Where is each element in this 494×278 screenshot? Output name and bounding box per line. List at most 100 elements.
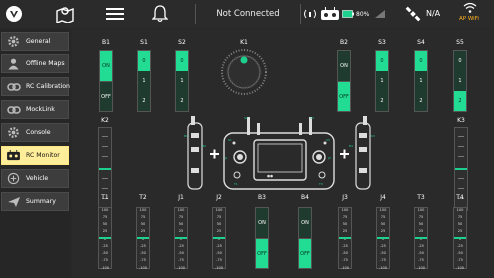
channel-label-s5: S5: [456, 39, 464, 46]
slider-tick-label: -50: [102, 251, 108, 255]
signal-icon[interactable]: [303, 0, 317, 28]
satellite-icon[interactable]: [404, 0, 422, 28]
slider-tick-label: 75: [140, 214, 146, 219]
slider-tick-label: -25: [380, 243, 386, 248]
slider-indicator: [175, 237, 187, 239]
slider-tick-label: 75: [418, 214, 424, 219]
slider-tick-label: -50: [380, 251, 386, 255]
switch-state-2: 2: [454, 91, 466, 111]
slider-tick-label: 25: [457, 229, 463, 234]
switch-state-1: 1: [176, 71, 188, 91]
sidebar-item-mocklink[interactable]: MockLink: [1, 100, 69, 119]
slider-tick-label: 50: [102, 222, 108, 226]
channel-label-s1: S1: [140, 39, 148, 46]
channel-label-s4: S4: [417, 39, 425, 46]
sidebar-item-offline-maps[interactable]: Offline Maps: [1, 54, 69, 73]
switch-state-0: 0: [176, 51, 188, 71]
channel-label-b2: B2: [340, 39, 348, 46]
slider-tick-label: 75: [380, 214, 386, 219]
tick-mark: [102, 136, 108, 137]
knob-k1: [220, 48, 268, 96]
switch-state-on: ON: [100, 51, 112, 81]
slider-tick-label: -50: [418, 251, 424, 255]
switch-s2: 0 1 2: [175, 50, 189, 112]
slider-tick-label: 25: [380, 229, 386, 234]
switch-state-off: OFF: [338, 82, 350, 111]
bell-icon[interactable]: [150, 0, 170, 28]
channel-label-k2: K2: [101, 117, 109, 124]
channel-label-j3: J3: [342, 194, 348, 201]
slider-tick-label: 100: [417, 207, 425, 212]
tick-mark: [458, 188, 464, 189]
sidebar-item-console[interactable]: Console: [1, 123, 69, 142]
slider-tick-label: -75: [342, 258, 348, 263]
svg-text:S2: S2: [244, 116, 248, 120]
slider-tick-label: 100: [177, 207, 185, 212]
slider-tick-label: -100: [176, 265, 186, 270]
tick-mark: [458, 178, 464, 179]
rc-controller-diagram: B1 B2 ●● S1 S3 S2 S4 J1 J3 T1 T3 K3 B4: [182, 113, 382, 199]
switch-state-off: OFF: [256, 239, 268, 268]
wifi-icon[interactable]: [462, 0, 478, 16]
sidebar-item-rc-calibration[interactable]: RC Calibration: [1, 77, 70, 96]
sidebar-item-label: General: [26, 38, 51, 45]
tick-mark: [102, 178, 108, 179]
plan-view-icon[interactable]: [54, 0, 76, 28]
gps-status: N/A: [426, 9, 441, 18]
switch-state-on: ON: [256, 208, 268, 237]
slider-t4: 1007550250-25-50-75-100: [453, 207, 467, 270]
slider-tick-label: -25: [216, 243, 222, 248]
qgc-logo-icon[interactable]: [4, 0, 24, 28]
sidebar-item-label: Vehicle: [26, 175, 49, 182]
wifi-label: AP WiFi: [459, 16, 479, 22]
sidebar-item-vehicle[interactable]: Vehicle: [1, 169, 69, 188]
switch-state-2: 2: [376, 91, 388, 111]
slider-tick-label: -75: [418, 258, 424, 263]
slider-tick-label: 50: [380, 222, 386, 226]
switch-state-0: 0: [415, 51, 427, 71]
divider: [299, 238, 311, 239]
sidebar-item-rc-monitor[interactable]: RC Monitor: [1, 146, 69, 165]
channel-label-k3: K3: [457, 117, 465, 124]
slider-tick-label: -25: [342, 243, 348, 248]
divider: [256, 238, 268, 239]
slider-indicator: [415, 237, 427, 239]
slider-tick-label: -75: [216, 258, 222, 263]
slider-tick-label: -50: [140, 251, 146, 255]
slider-tick-label: 25: [102, 229, 108, 234]
slider-t1: 1007550250-25-50-75-100: [98, 207, 112, 270]
slider-indicator: [377, 237, 389, 239]
channel-label-b1: B1: [102, 39, 110, 46]
slider-tick-label: 100: [379, 207, 387, 212]
channel-label-t2: T2: [139, 194, 147, 201]
slider-t3: 1007550250-25-50-75-100: [414, 207, 428, 270]
tick-mark: [102, 188, 108, 189]
switch-state-0: 0: [454, 51, 466, 71]
gear-icon: [5, 34, 22, 49]
slider-tick-label: 100: [215, 207, 223, 212]
sidebar-item-summary[interactable]: Summary: [1, 192, 69, 211]
channel-label-t1: T1: [101, 194, 109, 201]
vehicle-icon: [5, 171, 22, 186]
signal-bars-icon: [373, 0, 387, 28]
slider-tick-label: -100: [455, 265, 465, 270]
slider-j2: 1007550250-25-50-75-100: [212, 207, 226, 270]
slider-tick-label: -100: [214, 265, 224, 270]
slider-tick-label: -75: [140, 258, 146, 263]
sidebar-item-general[interactable]: General: [1, 32, 69, 51]
slider-tick-label: -75: [178, 258, 184, 263]
rc-controller-icon[interactable]: [320, 0, 340, 28]
plane-icon: [5, 194, 22, 209]
sidebar-item-label: RC Calibration: [26, 83, 70, 90]
slider-tick-label: 100: [341, 207, 349, 212]
switch-state-off: OFF: [100, 82, 112, 111]
gear-icon: [5, 125, 22, 140]
slider-tick-label: -25: [140, 243, 146, 248]
svg-text:S3: S3: [326, 138, 330, 142]
slider-tick-label: -50: [342, 251, 348, 255]
menu-icon[interactable]: [104, 0, 126, 28]
svg-text:T3: T3: [318, 182, 323, 186]
svg-text:B1: B1: [184, 134, 188, 138]
svg-text:J1: J1: [224, 156, 228, 160]
slider-tick-label: 50: [457, 222, 463, 226]
